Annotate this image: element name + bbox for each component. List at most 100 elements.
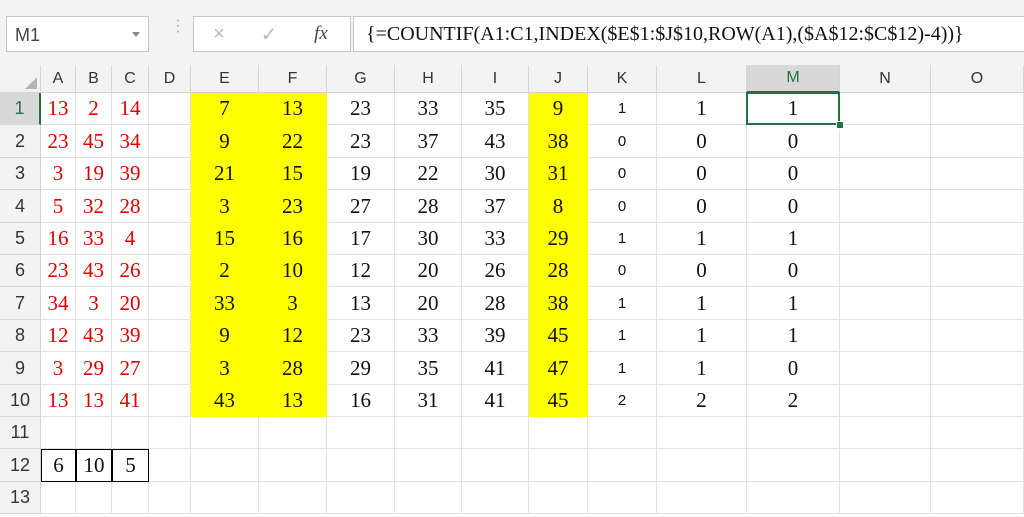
cell-m2[interactable]: 0: [747, 125, 840, 158]
cell-b13[interactable]: [76, 482, 112, 514]
cell-l13[interactable]: [657, 482, 747, 514]
cell-g3[interactable]: 19: [327, 158, 395, 190]
row-header-11[interactable]: 11: [0, 417, 41, 449]
cell-j2[interactable]: 38: [529, 125, 588, 158]
cell-m3[interactable]: 0: [747, 158, 840, 190]
cell-a7[interactable]: 34: [41, 287, 76, 320]
cell-c6[interactable]: 26: [112, 255, 149, 287]
cell-l4[interactable]: 0: [657, 190, 747, 223]
cell-o12[interactable]: [931, 449, 1024, 482]
cell-j9[interactable]: 47: [529, 352, 588, 385]
cell-f11[interactable]: [259, 417, 327, 449]
cell-j10[interactable]: 45: [529, 385, 588, 417]
cell-b6[interactable]: 43: [76, 255, 112, 287]
cell-o8[interactable]: [931, 320, 1024, 352]
row-header-2[interactable]: 2: [0, 125, 41, 158]
cell-b4[interactable]: 32: [76, 190, 112, 223]
cell-f3[interactable]: 15: [259, 158, 327, 190]
cell-d5[interactable]: [149, 223, 191, 255]
cell-k13[interactable]: [588, 482, 657, 514]
cell-j12[interactable]: [529, 449, 588, 482]
cell-o3[interactable]: [931, 158, 1024, 190]
cell-d7[interactable]: [149, 287, 191, 320]
row-header-4[interactable]: 4: [0, 190, 41, 223]
cell-i7[interactable]: 28: [462, 287, 529, 320]
cell-j7[interactable]: 38: [529, 287, 588, 320]
cell-o9[interactable]: [931, 352, 1024, 385]
cell-m11[interactable]: [747, 417, 840, 449]
cell-m13[interactable]: [747, 482, 840, 514]
cancel-icon[interactable]: ×: [206, 21, 232, 47]
cell-h12[interactable]: [395, 449, 462, 482]
cell-n12[interactable]: [840, 449, 931, 482]
cell-k6[interactable]: 0: [588, 255, 657, 287]
row-header-9[interactable]: 9: [0, 352, 41, 385]
cell-o4[interactable]: [931, 190, 1024, 223]
cell-d13[interactable]: [149, 482, 191, 514]
cell-a12[interactable]: 6: [41, 449, 76, 482]
cell-e6[interactable]: 2: [191, 255, 259, 287]
cell-a13[interactable]: [41, 482, 76, 514]
cell-i9[interactable]: 41: [462, 352, 529, 385]
cell-d4[interactable]: [149, 190, 191, 223]
cell-k1[interactable]: 1: [588, 93, 657, 125]
row-header-8[interactable]: 8: [0, 320, 41, 352]
cell-a4[interactable]: 5: [41, 190, 76, 223]
cell-e1[interactable]: 7: [191, 93, 259, 125]
cell-g13[interactable]: [327, 482, 395, 514]
cell-h5[interactable]: 30: [395, 223, 462, 255]
cell-e13[interactable]: [191, 482, 259, 514]
cell-f7[interactable]: 3: [259, 287, 327, 320]
cell-a8[interactable]: 12: [41, 320, 76, 352]
cell-i1[interactable]: 35: [462, 93, 529, 125]
column-header-n[interactable]: N: [840, 65, 931, 93]
cell-m1[interactable]: 1: [747, 93, 840, 125]
cell-m7[interactable]: 1: [747, 287, 840, 320]
cell-f1[interactable]: 13: [259, 93, 327, 125]
cell-c5[interactable]: 4: [112, 223, 149, 255]
cell-e12[interactable]: [191, 449, 259, 482]
formula-input[interactable]: {=COUNTIF(A1:C1,INDEX($E$1:$J$10,ROW(A1)…: [353, 16, 1024, 52]
cell-h6[interactable]: 20: [395, 255, 462, 287]
column-header-k[interactable]: K: [588, 65, 657, 93]
cell-a10[interactable]: 13: [41, 385, 76, 417]
cell-m10[interactable]: 2: [747, 385, 840, 417]
cell-m12[interactable]: [747, 449, 840, 482]
cell-c7[interactable]: 20: [112, 287, 149, 320]
cell-a6[interactable]: 23: [41, 255, 76, 287]
column-header-j[interactable]: J: [529, 65, 588, 93]
cell-c12[interactable]: 5: [112, 449, 149, 482]
cell-o1[interactable]: [931, 93, 1024, 125]
cell-j3[interactable]: 31: [529, 158, 588, 190]
cell-k4[interactable]: 0: [588, 190, 657, 223]
cell-a9[interactable]: 3: [41, 352, 76, 385]
column-header-c[interactable]: C: [112, 65, 149, 93]
cell-b2[interactable]: 45: [76, 125, 112, 158]
cell-n1[interactable]: [840, 93, 931, 125]
cell-o2[interactable]: [931, 125, 1024, 158]
cell-e11[interactable]: [191, 417, 259, 449]
insert-function-icon[interactable]: fx: [308, 21, 334, 47]
cell-e9[interactable]: 3: [191, 352, 259, 385]
cell-f12[interactable]: [259, 449, 327, 482]
cell-n10[interactable]: [840, 385, 931, 417]
cell-n3[interactable]: [840, 158, 931, 190]
cell-g7[interactable]: 13: [327, 287, 395, 320]
cell-b10[interactable]: 13: [76, 385, 112, 417]
cell-k11[interactable]: [588, 417, 657, 449]
fill-handle[interactable]: [836, 121, 844, 129]
column-header-d[interactable]: D: [149, 65, 191, 93]
column-header-l[interactable]: L: [657, 65, 747, 93]
cell-f13[interactable]: [259, 482, 327, 514]
cell-l10[interactable]: 2: [657, 385, 747, 417]
cell-m6[interactable]: 0: [747, 255, 840, 287]
cell-g8[interactable]: 23: [327, 320, 395, 352]
column-header-g[interactable]: G: [327, 65, 395, 93]
cell-n2[interactable]: [840, 125, 931, 158]
cell-f8[interactable]: 12: [259, 320, 327, 352]
cell-h1[interactable]: 33: [395, 93, 462, 125]
cell-h3[interactable]: 22: [395, 158, 462, 190]
column-header-o[interactable]: O: [931, 65, 1024, 93]
chevron-down-icon[interactable]: [132, 32, 140, 37]
cell-d6[interactable]: [149, 255, 191, 287]
